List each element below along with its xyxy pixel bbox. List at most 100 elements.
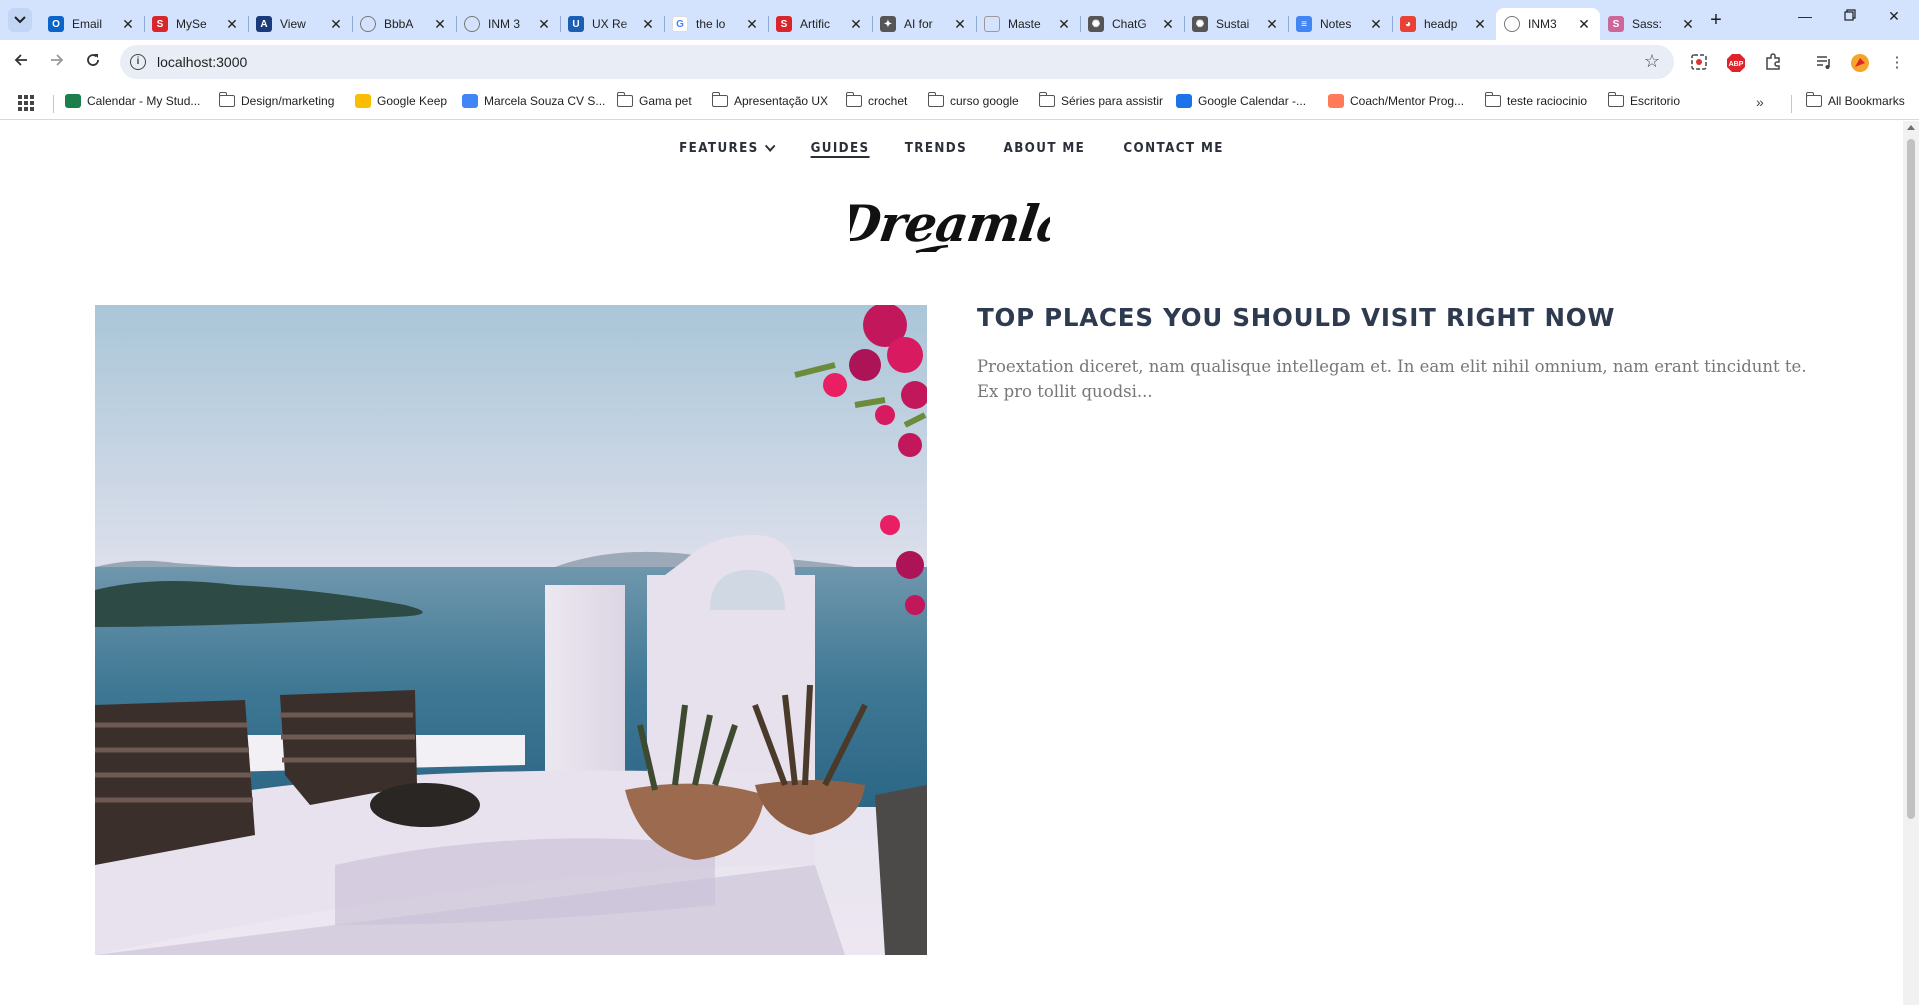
close-icon[interactable]: ✕ — [432, 16, 448, 33]
forward-button[interactable] — [46, 52, 68, 74]
restore-button[interactable] — [1840, 8, 1860, 24]
browser-tab[interactable]: S Sass: ✕ — [1600, 8, 1704, 40]
close-icon[interactable]: ✕ — [1680, 16, 1696, 33]
browser-tab[interactable]: ✺ ChatG ✕ — [1080, 8, 1184, 40]
bookmark-item[interactable]: Coach/Mentor Prog... — [1328, 94, 1464, 108]
extensions-button[interactable] — [1763, 53, 1783, 73]
bookmark-item[interactable]: Apresentação UX — [711, 92, 828, 108]
screenshot-extension-icon[interactable] — [1689, 53, 1709, 73]
bookmark-item[interactable]: crochet — [845, 92, 907, 108]
browser-tab[interactable]: U UX Re ✕ — [560, 8, 664, 40]
browser-tab[interactable]: S MySe ✕ — [144, 8, 248, 40]
bookmark-item[interactable]: Séries para assistir — [1038, 92, 1163, 108]
browser-tab[interactable]: ≡ Notes ✕ — [1288, 8, 1392, 40]
bookmark-label: teste raciocinio — [1507, 94, 1588, 108]
bookmark-item[interactable]: Calendar - My Stud... — [65, 94, 200, 108]
minimize-button[interactable]: — — [1795, 8, 1815, 24]
browser-tab[interactable]: O Email ✕ — [40, 8, 144, 40]
browser-tab[interactable]: ✦ AI for ✕ — [872, 8, 976, 40]
close-icon[interactable]: ✕ — [1472, 16, 1488, 33]
all-bookmarks-button[interactable]: All Bookmarks — [1805, 92, 1905, 108]
post-title[interactable]: TOP PLACES YOU SHOULD VISIT RIGHT NOW — [977, 303, 1790, 332]
browser-tab[interactable]: Gthe lo ✕ — [664, 8, 768, 40]
close-icon[interactable]: ✕ — [224, 16, 240, 33]
adblock-plus-icon[interactable]: ABP — [1726, 53, 1746, 73]
close-icon[interactable]: ✕ — [1368, 16, 1384, 33]
tab-search-button[interactable] — [8, 8, 32, 32]
globe-icon — [464, 16, 480, 32]
browser-tab[interactable]: Maste ✕ — [976, 8, 1080, 40]
close-window-button[interactable]: ✕ — [1884, 8, 1904, 25]
close-icon[interactable]: ✕ — [1264, 16, 1280, 33]
site-logo[interactable]: Dreamla — [850, 189, 1050, 267]
bookmark-item[interactable]: Google Keep — [355, 94, 447, 108]
nav-features-label: FEATURES — [679, 141, 759, 156]
page-scrollbar[interactable] — [1903, 121, 1919, 1005]
folder-icon — [1484, 92, 1501, 107]
folder-icon — [845, 92, 862, 107]
folder-icon — [1805, 92, 1822, 107]
tab-title: Artific — [800, 17, 830, 31]
close-icon[interactable]: ✕ — [328, 16, 344, 33]
close-icon[interactable]: ✕ — [640, 16, 656, 33]
tab-title: View — [280, 17, 306, 31]
close-icon[interactable]: ✕ — [536, 16, 552, 33]
bookmark-label: Google Calendar -... — [1198, 94, 1307, 108]
media-controls-button[interactable] — [1814, 53, 1834, 73]
bookmark-item[interactable]: curso google — [927, 92, 1019, 108]
bookmark-label: Calendar - My Stud... — [87, 94, 201, 108]
scrollbar-thumb[interactable] — [1907, 139, 1915, 819]
bookmark-item[interactable]: Escritorio — [1607, 92, 1680, 108]
browser-menu-button[interactable]: ⋮ — [1887, 53, 1907, 73]
browser-tab[interactable]: INM 3 ✕ — [456, 8, 560, 40]
bookmark-item[interactable]: Design/marketing — [218, 92, 334, 108]
outlook-icon: O — [48, 16, 64, 32]
site-navigation: FEATURES GUIDES TRENDS ABOUT ME CONTACT … — [0, 140, 1903, 156]
close-icon[interactable]: ✕ — [120, 16, 136, 33]
nav-contact-me[interactable]: CONTACT ME — [1123, 141, 1223, 156]
nav-about-me[interactable]: ABOUT ME — [1003, 141, 1085, 156]
new-tab-button[interactable]: + — [1704, 8, 1728, 32]
more-bookmarks-icon[interactable]: » — [1756, 94, 1764, 110]
decorative-object — [370, 783, 480, 827]
close-icon[interactable]: ✕ — [744, 16, 760, 33]
bookmark-item[interactable]: Google Calendar -... — [1176, 94, 1306, 108]
post-featured-image[interactable] — [95, 305, 927, 955]
close-icon[interactable]: ✕ — [952, 16, 968, 33]
url-text[interactable]: localhost:3000 — [157, 54, 247, 70]
bookmark-item[interactable]: Gama pet — [616, 92, 692, 108]
browser-tab[interactable]: ◕ headp ✕ — [1392, 8, 1496, 40]
bookmarks-bar: Calendar - My Stud... Design/marketing Goo… — [0, 86, 1919, 120]
post-excerpt: Proextation diceret, nam qualisque intel… — [977, 357, 1807, 401]
close-icon[interactable]: ✕ — [1160, 16, 1176, 33]
calendar-icon — [65, 94, 81, 108]
chevron-down-icon — [14, 16, 26, 24]
close-icon[interactable]: ✕ — [1576, 16, 1592, 33]
profile-avatar[interactable] — [1850, 53, 1870, 73]
bookmark-label: Marcela Souza CV S... — [484, 94, 606, 108]
avatar-icon — [1851, 54, 1869, 72]
nav-features[interactable]: FEATURES — [679, 140, 776, 156]
browser-tab[interactable]: BbbA ✕ — [352, 8, 456, 40]
close-icon[interactable]: ✕ — [848, 16, 864, 33]
apps-grid-icon[interactable] — [18, 95, 34, 111]
bookmark-item[interactable]: Marcela Souza CV S... — [462, 94, 605, 108]
back-button[interactable] — [10, 52, 32, 74]
nav-guides[interactable]: GUIDES — [810, 141, 869, 156]
nav-trends[interactable]: TRENDS — [905, 141, 967, 156]
scroll-up-arrow-icon[interactable] — [1907, 125, 1915, 130]
bookmark-star-icon[interactable]: ☆ — [1644, 51, 1660, 72]
site-info-icon[interactable]: i — [130, 54, 146, 70]
reload-icon — [87, 54, 99, 66]
browser-tab[interactable]: ✺ Sustai ✕ — [1184, 8, 1288, 40]
browser-tab[interactable]: S Artific ✕ — [768, 8, 872, 40]
bookmark-item[interactable]: teste raciocinio — [1484, 92, 1588, 108]
coach-icon — [1328, 94, 1344, 108]
reload-button[interactable] — [82, 52, 104, 74]
capture-icon — [1691, 54, 1707, 70]
browser-tab[interactable]: A View ✕ — [248, 8, 352, 40]
close-icon[interactable]: ✕ — [1056, 16, 1072, 33]
browser-tab[interactable]: INM3 ✕ — [1496, 8, 1600, 40]
address-bar[interactable]: i localhost:3000 ☆ — [120, 45, 1674, 79]
a-icon: A — [256, 16, 272, 32]
